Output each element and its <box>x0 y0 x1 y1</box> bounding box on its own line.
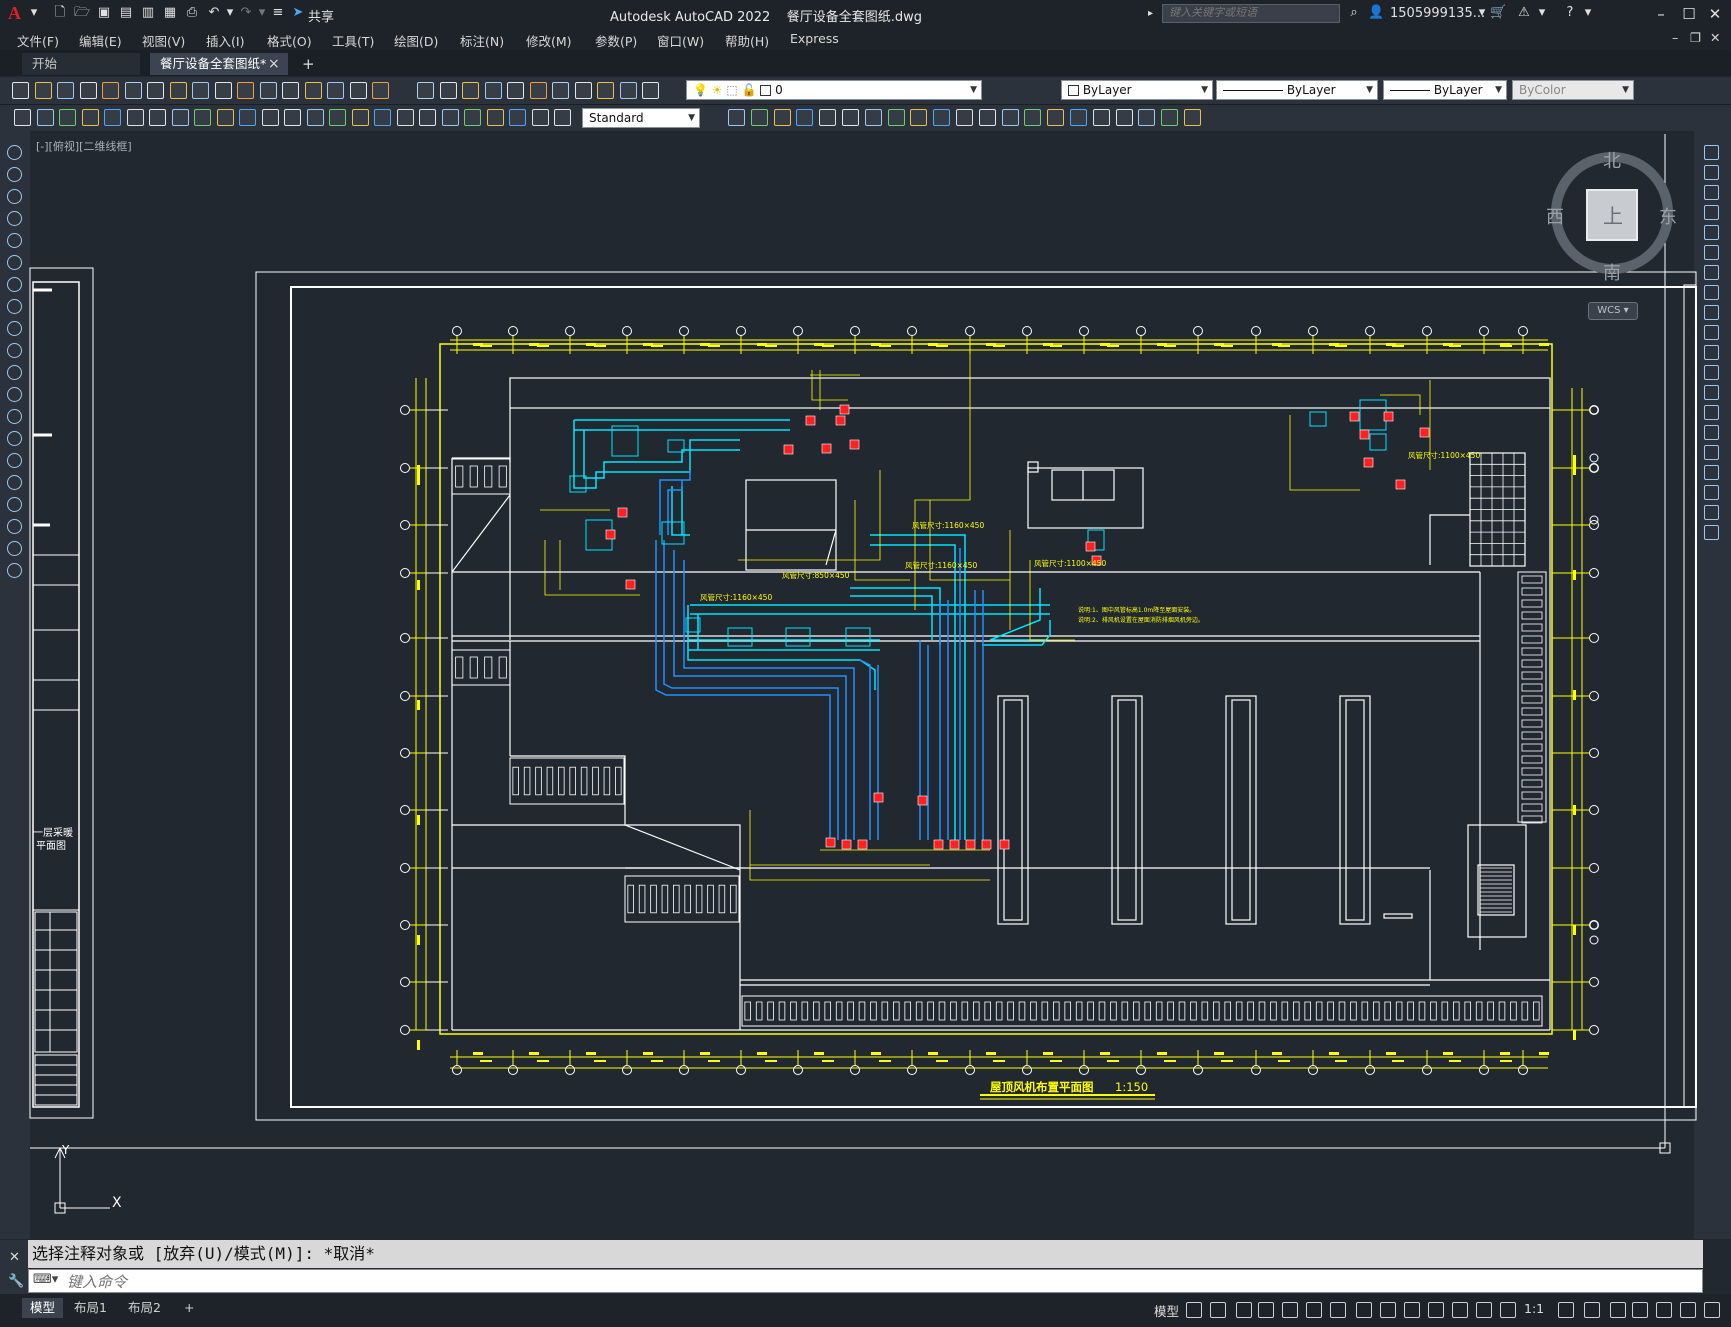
status-toggle-icon[interactable] <box>1656 1302 1672 1318</box>
status-toggle-icon[interactable] <box>1306 1302 1322 1318</box>
viewcube-north[interactable]: 北 <box>1603 151 1621 172</box>
right-sheet-edge <box>1683 284 1697 1108</box>
grid-axis-marks <box>400 326 1599 1075</box>
note-2: 说明:2、排风机设置在屋面消防排烟风机旁边。 <box>1078 616 1204 624</box>
status-toggle-icon[interactable] <box>1356 1302 1372 1318</box>
annotation-scale[interactable]: 1:1 <box>1524 1301 1544 1316</box>
drawing-scale: 1:150 <box>1115 1080 1148 1094</box>
status-toggle-icon[interactable] <box>1632 1302 1648 1318</box>
status-toggle-icon[interactable] <box>1330 1302 1346 1318</box>
status-toggle-icon[interactable] <box>1500 1302 1516 1318</box>
ucs-icon <box>54 1147 110 1214</box>
close-command-line-icon[interactable]: ✕ <box>9 1250 20 1265</box>
note-1: 说明:1、图中风管标高1.0m降至屋面安装。 <box>1078 606 1195 614</box>
command-prompt-icon[interactable]: ⌨▾ <box>33 1272 58 1287</box>
customize-command-icon[interactable]: 🔧 <box>8 1274 24 1289</box>
duct-network <box>573 419 1051 840</box>
viewport-controls-label[interactable]: [-][俯视][二维线框] <box>36 138 132 154</box>
model-space-toggle[interactable]: 模型 <box>1154 1301 1179 1320</box>
drawing-svg: 一层采暖 平面图 风管尺寸:1160×450风管尺寸:1160×450 风管尺寸… <box>29 134 1697 1214</box>
status-toggle-icon[interactable] <box>1210 1302 1226 1318</box>
command-line-handle[interactable]: ✕ 🔧 <box>0 1240 28 1294</box>
column-strips <box>997 695 1371 925</box>
stair-blocks <box>451 453 1547 1027</box>
status-toggle-icon[interactable] <box>1236 1302 1252 1318</box>
svg-text:风管尺寸:1100×450: 风管尺寸:1100×450 <box>1408 450 1480 460</box>
layout-tab-2[interactable]: 布局2 <box>120 1298 169 1318</box>
viewcube-south[interactable]: 南 <box>1603 263 1621 284</box>
wcs-menu[interactable]: WCS ▾ <box>1588 302 1638 320</box>
svg-text:风管尺寸:1160×450: 风管尺寸:1160×450 <box>912 520 984 530</box>
red-fittings <box>605 404 1430 850</box>
status-toggle-icon[interactable] <box>1428 1302 1444 1318</box>
left-sheet <box>29 267 94 1119</box>
svg-text:风管尺寸:1100×450: 风管尺寸:1100×450 <box>1034 558 1106 568</box>
drawing-title: 屋顶风机布置平面图 <box>990 1080 1094 1094</box>
status-toggle-icon[interactable] <box>1476 1302 1492 1318</box>
viewcube-east[interactable]: 东 <box>1659 207 1677 228</box>
svg-text:风管尺寸:1160×450: 风管尺寸:1160×450 <box>905 560 977 570</box>
building-outline <box>451 377 1551 1031</box>
ucs-x-label: X <box>112 1195 122 1211</box>
status-toggle-icon[interactable] <box>1258 1302 1274 1318</box>
status-bar: 模型 布局1 布局2 + 模型 1:1 <box>0 1294 1731 1327</box>
svg-text:风管尺寸:850×450: 风管尺寸:850×450 <box>782 570 850 580</box>
svg-text:风管尺寸:1160×450: 风管尺寸:1160×450 <box>700 592 772 602</box>
dimension-frame <box>415 339 1583 1069</box>
viewcube-top-face[interactable]: 上 <box>1603 204 1623 228</box>
side-title-1: 一层采暖 <box>33 826 73 839</box>
layout-tab-1[interactable]: 布局1 <box>66 1298 115 1318</box>
command-input[interactable] <box>65 1271 1669 1293</box>
ucs-y-label: Y <box>61 1143 70 1157</box>
command-history: 选择注释对象或 [放弃(U)/模式(M)]: *取消* <box>28 1240 1703 1268</box>
status-toggle-icon[interactable] <box>1558 1302 1574 1318</box>
status-toggle-icon[interactable] <box>1680 1302 1696 1318</box>
status-toggle-icon[interactable] <box>1186 1302 1202 1318</box>
duct-size-labels: 风管尺寸:1160×450 风管尺寸:1160×450 风管尺寸:1100×450 风… <box>480 345 1512 1062</box>
viewcube-west[interactable]: 西 <box>1546 207 1564 228</box>
command-input-box[interactable]: ⌨▾ <box>28 1269 1703 1293</box>
status-toggle-icon[interactable] <box>1584 1302 1600 1318</box>
side-title-2: 平面图 <box>36 840 66 852</box>
status-toggle-icon[interactable] <box>1282 1302 1298 1318</box>
status-toggle-icon[interactable] <box>1610 1302 1626 1318</box>
status-toggle-icon[interactable] <box>1380 1302 1396 1318</box>
sheet-inner-border <box>290 286 1697 1108</box>
status-toggle-icon[interactable] <box>1404 1302 1420 1318</box>
status-toggle-icon[interactable] <box>1452 1302 1468 1318</box>
status-toggle-icon[interactable] <box>1704 1302 1720 1318</box>
layout-tab-model[interactable]: 模型 <box>22 1298 64 1318</box>
add-layout-button[interactable]: + <box>176 1298 202 1318</box>
